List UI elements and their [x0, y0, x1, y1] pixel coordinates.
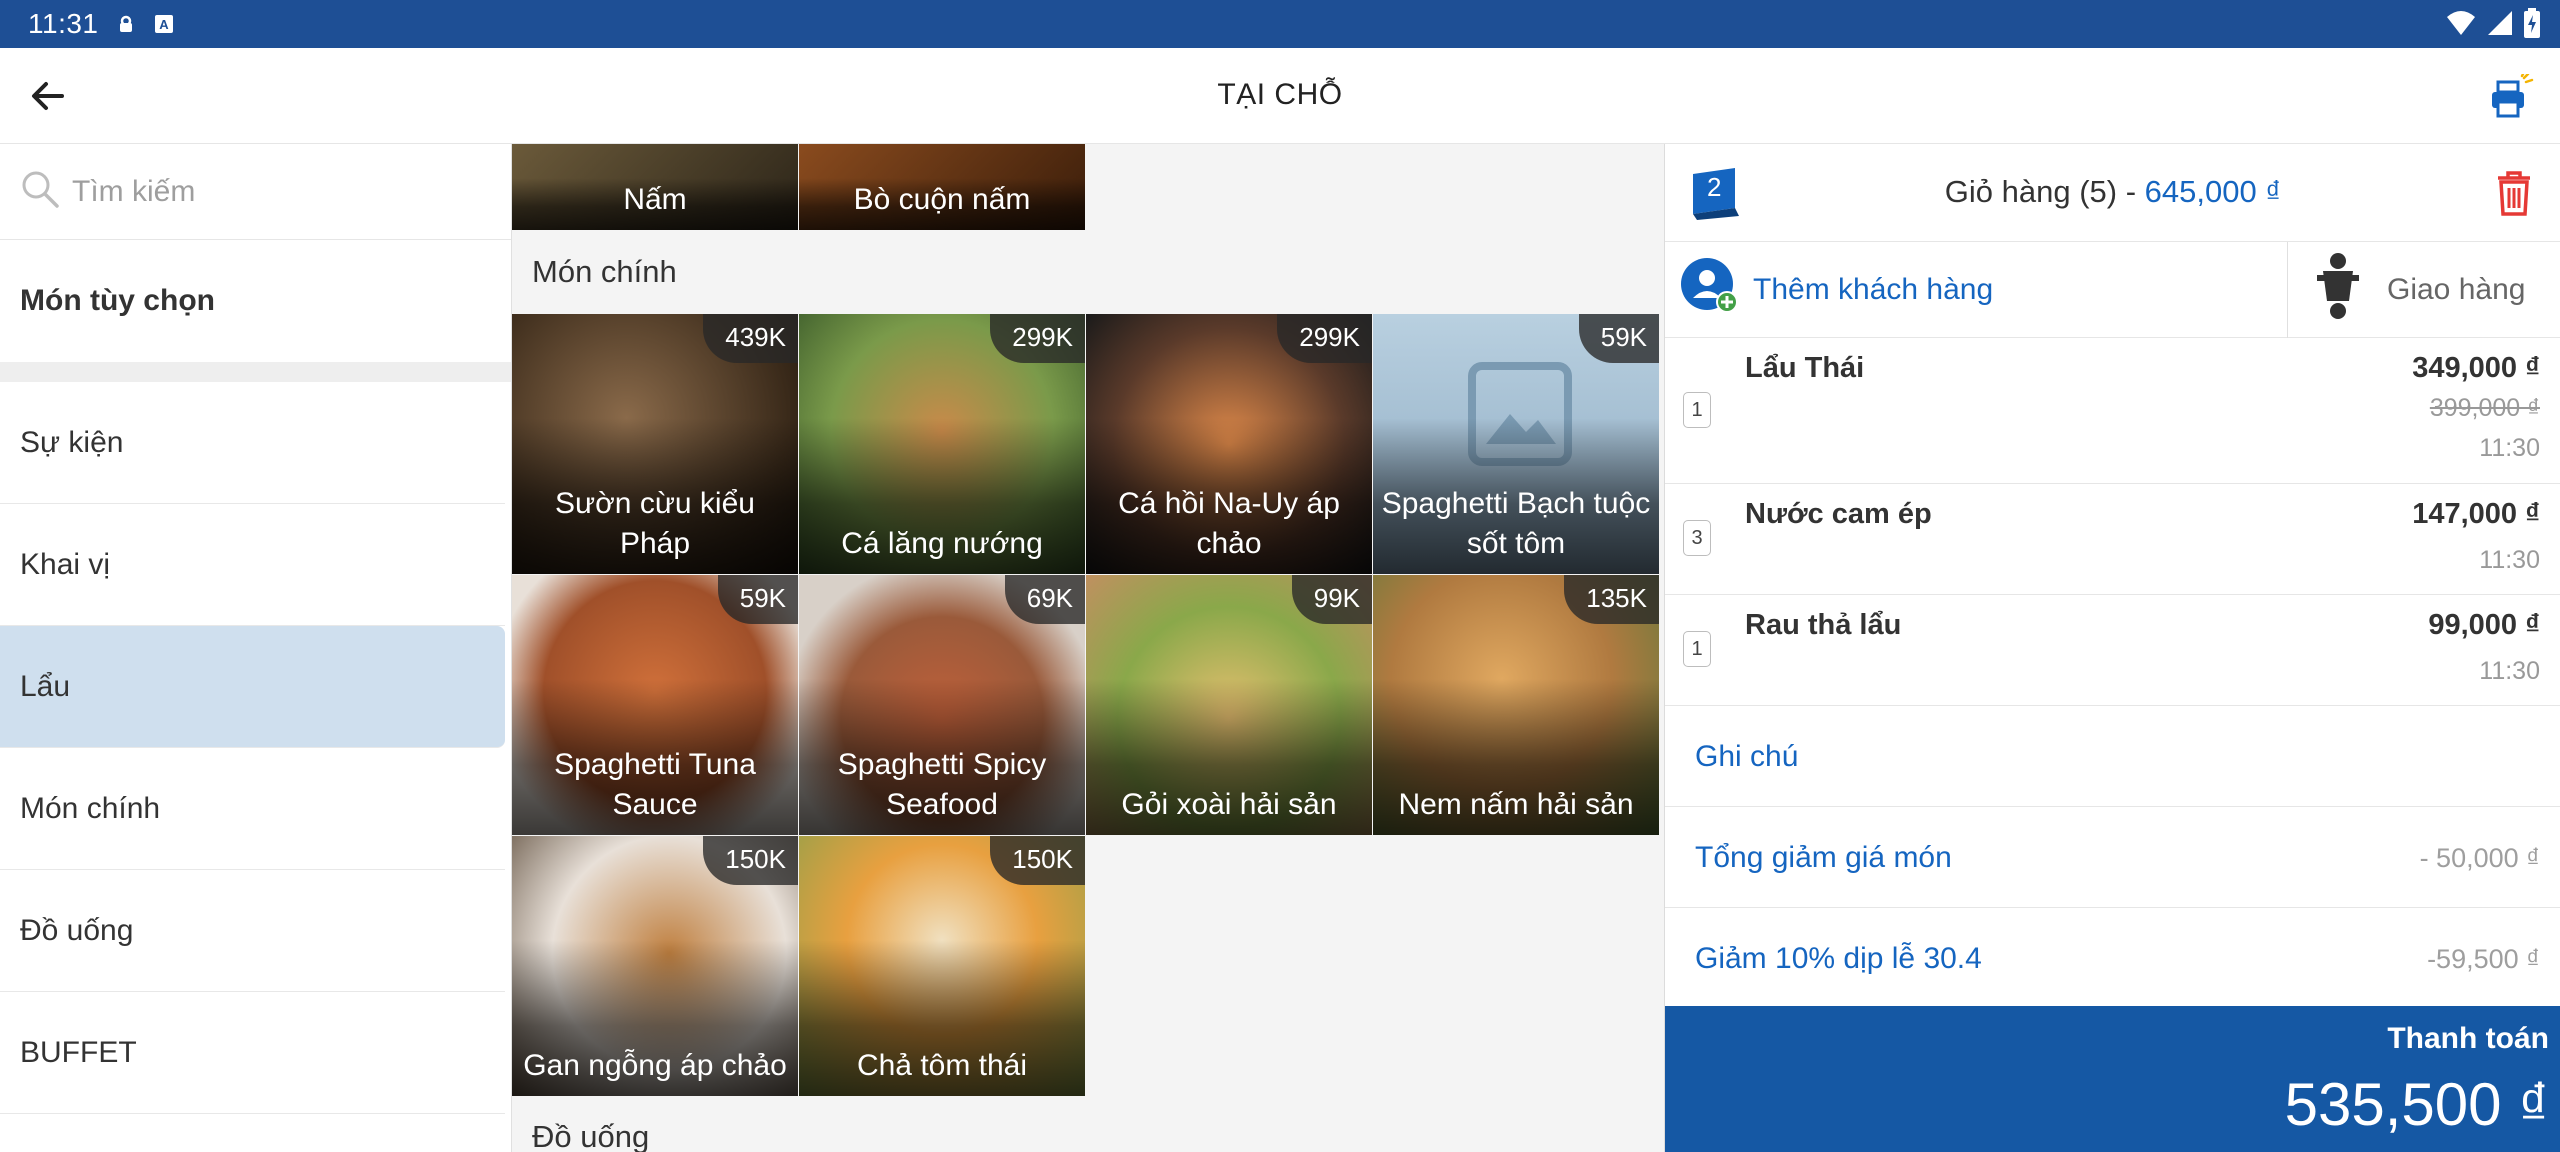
scooter-icon: [2313, 251, 2363, 329]
cart-line-name: Lẩu Thái: [1745, 352, 1865, 384]
cart-line[interactable]: 3 Nước cam ép 147,000 ₫ 11:30: [1665, 484, 2560, 595]
quantity-badge[interactable]: 1: [1683, 392, 1711, 428]
sidebar-item-do-uong[interactable]: Đồ uống: [0, 870, 505, 992]
discount-label: Giảm 10% dịp lễ 30.4: [1695, 942, 1982, 975]
menu-item-name: Gan ngỗng áp chảo: [523, 1049, 787, 1082]
add-person-icon: [1679, 256, 1739, 324]
menu-item-name: Spaghetti Tuna Sauce: [554, 748, 756, 821]
checkout-label: Thanh toán: [2387, 1022, 2549, 1055]
menu-item[interactable]: 150K Chả tôm thái: [799, 836, 1085, 1096]
price-badge: 299K: [990, 314, 1085, 363]
cell-signal-icon: [2486, 9, 2514, 42]
menu-item[interactable]: 439K Sườn cừu kiểu Pháp: [512, 314, 798, 574]
menu-item[interactable]: 59K Spaghetti Bạch tuộc sốt tôm: [1373, 314, 1659, 574]
price-badge: 150K: [703, 836, 798, 885]
menu-item-name: Cá lăng nướng: [841, 527, 1043, 560]
discount-row[interactable]: Giảm 10% dịp lễ 30.4 -59,500 ₫: [1665, 908, 2560, 1009]
menu-item-name: Bò cuộn nấm: [853, 183, 1031, 216]
price-badge: 439K: [703, 314, 798, 363]
menu-item[interactable]: 99K Gỏi xoài hải sản: [1086, 575, 1372, 835]
delivery-button[interactable]: Giao hàng: [2313, 251, 2526, 329]
menu-item[interactable]: 59K Spaghetti Tuna Sauce: [512, 575, 798, 835]
trash-icon[interactable]: [2494, 170, 2534, 216]
note-row[interactable]: Ghi chú: [1665, 706, 2560, 807]
divider: [2287, 242, 2288, 338]
cart-line-time: 11:30: [2479, 434, 2540, 462]
cart-line-old-price: 399,000 ₫: [2429, 394, 2540, 422]
page-title: TẠI CHỖ: [1217, 78, 1343, 111]
cart-panel: 2 Giỏ hàng (5) - 645,000 ₫ Thêm khách hà…: [1664, 144, 2560, 1152]
add-customer-button[interactable]: Thêm khách hàng: [1679, 258, 1994, 320]
menu-item[interactable]: 299K Cá lăng nướng: [799, 314, 1085, 574]
section-heading-mon-chinh: Món chính: [532, 254, 677, 289]
sidebar-item-su-kien[interactable]: Sự kiện: [0, 382, 505, 504]
search-icon: [20, 169, 60, 214]
category-sidebar: Món tùy chọn Sự kiện Khai vị Lẩu Món chí…: [0, 144, 512, 1152]
price-badge: 135K: [1564, 575, 1659, 624]
cart-line-time: 11:30: [2479, 546, 2540, 574]
printer-icon[interactable]: [2488, 72, 2534, 120]
cart-line-price: 147,000 ₫: [2412, 498, 2540, 530]
menu-item-name: Chả tôm thái: [856, 1049, 1028, 1082]
search-bar: [0, 144, 511, 240]
cart-line-name: Nước cam ép: [1745, 498, 1932, 530]
cart-line-name: Rau thả lẩu: [1745, 609, 1902, 641]
delivery-label: Giao hàng: [2387, 273, 2526, 306]
price-badge: 150K: [990, 836, 1085, 885]
discount-value: -59,500 ₫: [2427, 944, 2540, 974]
vpn-key-icon: [115, 13, 137, 35]
sidebar-item-khai-vi[interactable]: Khai vị: [0, 504, 505, 626]
quantity-badge[interactable]: 3: [1683, 520, 1711, 556]
cart-line-price: 349,000 ₫: [2412, 352, 2540, 384]
custom-item-button[interactable]: Món tùy chọn: [0, 240, 511, 362]
menu-item-name: Spaghetti Spicy Seafood: [837, 748, 1047, 821]
cart-line[interactable]: 1 Rau thả lẩu 99,000 ₫ 11:30: [1665, 595, 2560, 706]
menu-item[interactable]: Nấm: [512, 144, 798, 230]
sidebar-divider: [0, 362, 511, 382]
menu-grid: Nấm Bò cuộn nấm Món chính 439K Sườn cừu …: [512, 144, 1664, 1152]
cart-title-label: Giỏ hàng (5) -: [1944, 174, 2145, 209]
app-bar: TẠI CHỖ: [0, 48, 2560, 144]
cart-line[interactable]: 1 Lẩu Thái 349,000 ₫ 399,000 ₫ 11:30: [1665, 338, 2560, 484]
menu-item-name: Cá hồi Na-Uy áp chảo: [1118, 487, 1340, 560]
svg-text:A: A: [159, 17, 169, 32]
customer-row: Thêm khách hàng Giao hàng: [1665, 242, 2560, 338]
note-label: Ghi chú: [1695, 740, 1799, 773]
sidebar-item-mon-chinh[interactable]: Món chính: [0, 748, 505, 870]
cart-total: 645,000 ₫: [2144, 174, 2282, 209]
status-time: 11:31: [28, 8, 99, 39]
quantity-badge[interactable]: 1: [1683, 631, 1711, 667]
discount-label: Tổng giảm giá món: [1695, 841, 1952, 874]
checkout-button[interactable]: Thanh toán 535,500 ₫: [1665, 1006, 2560, 1152]
menu-item-name: Nem nấm hải sản: [1398, 788, 1634, 821]
menu-item-name: Gỏi xoài hải sản: [1121, 788, 1337, 821]
add-customer-label: Thêm khách hàng: [1753, 273, 1994, 306]
menu-item[interactable]: 299K Cá hồi Na-Uy áp chảo: [1086, 314, 1372, 574]
text-a-icon: A: [153, 13, 175, 35]
menu-item-name: Sườn cừu kiểu Pháp: [555, 487, 755, 560]
menu-item[interactable]: 135K Nem nấm hải sản: [1373, 575, 1659, 835]
cart-line-price: 99,000 ₫: [2428, 609, 2540, 641]
menu-item[interactable]: 69K Spaghetti Spicy Seafood: [799, 575, 1085, 835]
search-input[interactable]: [72, 174, 492, 209]
wifi-icon: [2446, 9, 2476, 42]
cart-header: 2 Giỏ hàng (5) - 645,000 ₫: [1665, 144, 2560, 242]
menu-item-name: Spaghetti Bạch tuộc sốt tôm: [1381, 487, 1651, 560]
menu-item[interactable]: Bò cuộn nấm: [799, 144, 1085, 230]
menu-item[interactable]: 150K Gan ngỗng áp chảo: [512, 836, 798, 1096]
cart-title: Giỏ hàng (5) - 645,000 ₫: [1665, 174, 2560, 210]
checkout-amount: 535,500 ₫: [2284, 1071, 2549, 1138]
sidebar-item-buffet[interactable]: BUFFET: [0, 992, 505, 1114]
cart-line-time: 11:30: [2479, 657, 2540, 685]
price-badge: 299K: [1277, 314, 1372, 363]
discount-value: - 50,000 ₫: [2419, 843, 2540, 873]
battery-charging-icon: [2524, 8, 2540, 43]
section-heading-do-uong: Đồ uống: [532, 1119, 650, 1152]
menu-item-name: Nấm: [623, 183, 687, 216]
discount-row[interactable]: Tổng giảm giá món - 50,000 ₫: [1665, 807, 2560, 908]
sidebar-item-lau[interactable]: Lẩu: [0, 626, 505, 748]
status-bar: 11:31 A: [0, 0, 2560, 48]
